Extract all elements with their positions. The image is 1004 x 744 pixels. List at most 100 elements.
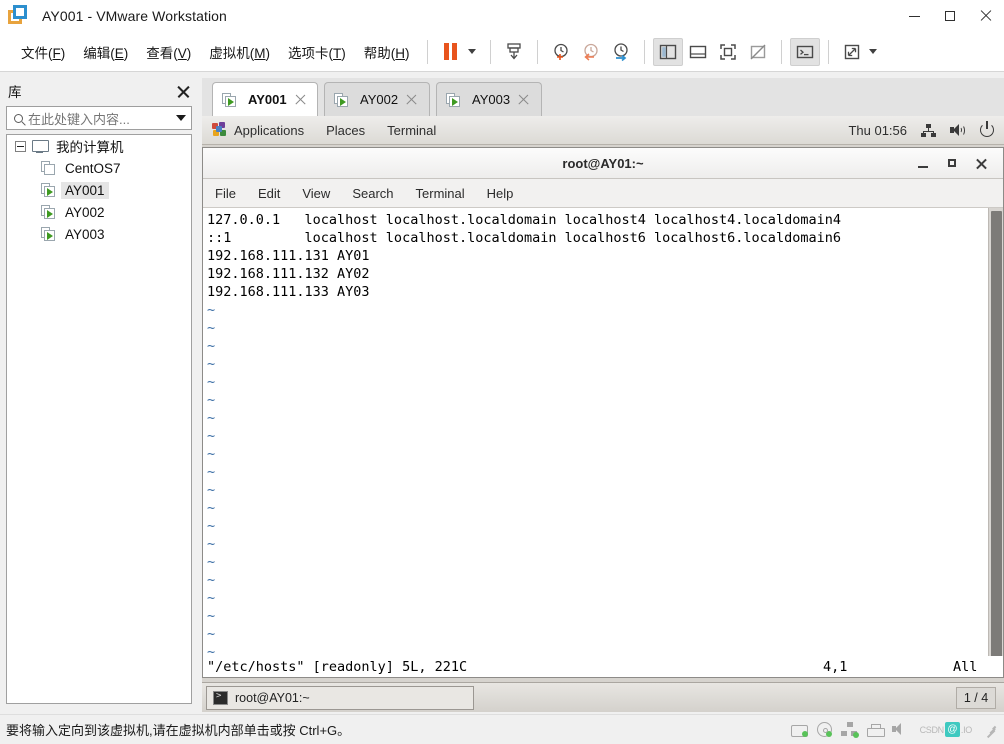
full-screen-icon bbox=[719, 43, 736, 60]
console-view-button[interactable] bbox=[789, 37, 820, 66]
maximize-icon[interactable] bbox=[948, 159, 956, 167]
terminal-body[interactable]: 127.0.0.1 localhost localhost.localdomai… bbox=[203, 208, 1003, 656]
chevron-down-icon[interactable] bbox=[176, 115, 186, 121]
cd-dvd-icon[interactable] bbox=[816, 722, 832, 737]
tree-item-ay001[interactable]: AY001 bbox=[7, 179, 191, 201]
toolbar-separator bbox=[827, 39, 829, 64]
tab-close-icon[interactable] bbox=[518, 94, 529, 105]
revert-snapshot-button[interactable] bbox=[576, 38, 606, 66]
watermark: CSDN @ .IO bbox=[920, 722, 972, 737]
stretch-dropdown-button[interactable] bbox=[867, 38, 883, 66]
terminal-menu-help[interactable]: Help bbox=[487, 186, 514, 201]
window-controls bbox=[896, 0, 1004, 32]
tab-close-icon[interactable] bbox=[295, 94, 306, 105]
thumbnail-bar-icon bbox=[689, 45, 706, 58]
close-icon[interactable] bbox=[976, 158, 987, 169]
snapshot-manager-button[interactable] bbox=[606, 38, 636, 66]
tree-item-label: CentOS7 bbox=[65, 160, 121, 176]
chevron-down-icon bbox=[869, 49, 878, 54]
stretch-guest-button[interactable] bbox=[837, 38, 867, 66]
tree-item-my-computer[interactable]: 我的计算机 bbox=[7, 135, 191, 157]
tab-close-icon[interactable] bbox=[406, 94, 417, 105]
menu-tabs[interactable]: 选项卡(T) bbox=[279, 38, 355, 66]
vim-empty-line-marker: ~ bbox=[207, 392, 216, 408]
unity-mode-button[interactable] bbox=[743, 38, 773, 66]
vim-file-info: "/etc/hosts" [readonly] 5L, 221C bbox=[207, 658, 468, 675]
vim-empty-line-marker: ~ bbox=[207, 536, 216, 552]
scrollbar-thumb[interactable] bbox=[991, 211, 1002, 656]
minimize-icon[interactable] bbox=[918, 166, 928, 168]
vm-stopped-icon bbox=[41, 161, 56, 175]
volume-icon[interactable] bbox=[950, 123, 966, 137]
vim-empty-line-marker: ~ bbox=[207, 482, 216, 498]
close-button[interactable] bbox=[968, 0, 1004, 32]
terminal-menu-edit[interactable]: Edit bbox=[258, 186, 280, 201]
sound-card-icon[interactable] bbox=[891, 722, 909, 737]
menu-vm[interactable]: 虚拟机(M) bbox=[200, 38, 279, 66]
network-adapter-icon[interactable] bbox=[840, 722, 859, 738]
terminal-menu-file[interactable]: File bbox=[215, 186, 236, 201]
menu-help[interactable]: 帮助(H) bbox=[355, 38, 419, 66]
search-input[interactable]: 在此处键入内容... bbox=[6, 106, 192, 130]
gnome-top-panel: Applications Places Terminal Thu 01:56 bbox=[202, 116, 1004, 145]
tree-item-ay003[interactable]: AY003 bbox=[7, 223, 191, 245]
minimize-button[interactable] bbox=[896, 0, 932, 32]
terminal-menu-view[interactable]: View bbox=[302, 186, 330, 201]
power-icon[interactable] bbox=[980, 121, 994, 137]
suspend-button[interactable] bbox=[436, 38, 466, 66]
vim-empty-line-marker: ~ bbox=[207, 374, 216, 390]
power-dropdown-button[interactable] bbox=[466, 38, 482, 66]
manage-snapshots-button[interactable] bbox=[499, 38, 529, 66]
device-status-icons: CSDN @ .IO bbox=[790, 722, 1004, 738]
tab-ay001[interactable]: AY001 bbox=[212, 82, 318, 116]
terminal-line: 127.0.0.1 localhost localhost.localdomai… bbox=[207, 212, 841, 228]
workspace-switcher[interactable]: 1 / 4 bbox=[956, 686, 996, 709]
gnome-tray: Thu 01:56 bbox=[848, 121, 994, 138]
gnome-menu-applications[interactable]: Applications bbox=[234, 123, 304, 138]
tree-item-ay002[interactable]: AY002 bbox=[7, 201, 191, 223]
terminal-text: 127.0.0.1 localhost localhost.localdomai… bbox=[203, 208, 988, 656]
gnome-clock[interactable]: Thu 01:56 bbox=[848, 123, 907, 138]
show-library-button[interactable] bbox=[652, 37, 683, 66]
terminal-scrollbar[interactable] bbox=[988, 208, 1003, 656]
tab-label: AY003 bbox=[472, 92, 511, 107]
toolbar-separator bbox=[780, 39, 782, 64]
tab-ay003[interactable]: AY003 bbox=[436, 82, 542, 116]
maximize-button[interactable] bbox=[932, 0, 968, 32]
vm-running-icon bbox=[41, 205, 56, 219]
library-header: 库 bbox=[0, 78, 198, 104]
vim-empty-line-marker: ~ bbox=[207, 626, 216, 642]
taskbar-window-button[interactable]: root@AY01:~ bbox=[206, 685, 474, 710]
terminal-menu-search[interactable]: Search bbox=[352, 186, 393, 201]
vim-empty-line-marker: ~ bbox=[207, 590, 216, 606]
close-icon[interactable] bbox=[177, 85, 190, 98]
gnome-applications-icon bbox=[212, 122, 228, 138]
terminal-title-bar[interactable]: root@AY01:~ bbox=[203, 148, 1003, 179]
menu-edit[interactable]: 编辑(E) bbox=[74, 38, 137, 66]
take-snapshot-button[interactable] bbox=[546, 38, 576, 66]
network-icon[interactable] bbox=[921, 123, 936, 137]
library-panel: 库 在此处键入内容... 我的计算机 CentOS7 AY001 AY002 A… bbox=[0, 78, 198, 712]
show-thumbnail-bar-button[interactable] bbox=[683, 38, 713, 66]
gnome-menu-places[interactable]: Places bbox=[326, 123, 365, 138]
hard-disk-icon[interactable] bbox=[790, 724, 808, 737]
vm-running-icon bbox=[41, 183, 56, 197]
tab-ay002[interactable]: AY002 bbox=[324, 82, 430, 116]
terminal-menu-terminal[interactable]: Terminal bbox=[416, 186, 465, 201]
collapse-icon[interactable] bbox=[15, 140, 26, 152]
printer-icon[interactable] bbox=[866, 723, 885, 737]
vm-library-tree[interactable]: 我的计算机 CentOS7 AY001 AY002 AY003 bbox=[6, 134, 192, 704]
vim-empty-line-marker: ~ bbox=[207, 356, 216, 372]
gnome-menu-terminal[interactable]: Terminal bbox=[387, 123, 436, 138]
toolbar-separator bbox=[426, 39, 428, 64]
watermark-suffix: .IO bbox=[960, 724, 972, 735]
gnome-taskbar: root@AY01:~ 1 / 4 bbox=[202, 682, 1004, 712]
tree-item-centos7[interactable]: CentOS7 bbox=[7, 157, 191, 179]
full-screen-button[interactable] bbox=[713, 38, 743, 66]
vmware-logo-icon bbox=[8, 5, 30, 27]
menu-view[interactable]: 查看(V) bbox=[137, 38, 200, 66]
monitor-icon bbox=[32, 139, 49, 153]
resize-grip-icon[interactable] bbox=[984, 724, 996, 738]
guest-screen[interactable]: Applications Places Terminal Thu 01:56 r… bbox=[202, 116, 1004, 712]
menu-file[interactable]: 文件(F) bbox=[12, 38, 74, 66]
